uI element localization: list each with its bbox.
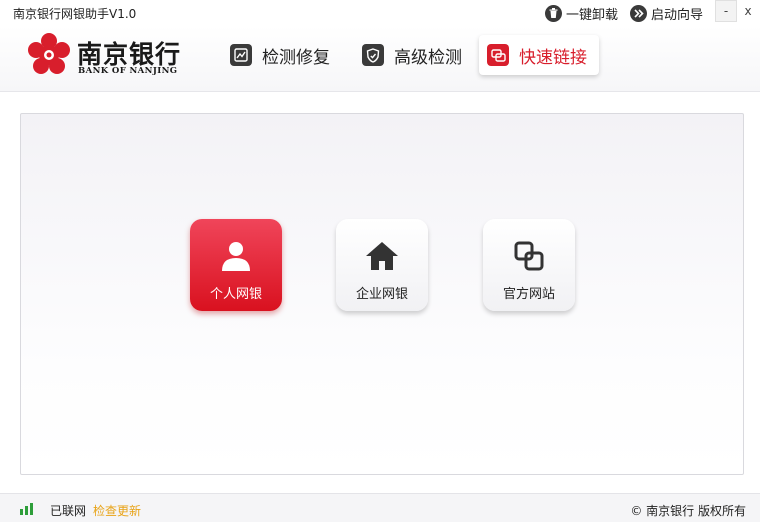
person-icon bbox=[220, 239, 252, 273]
check-update-link[interactable]: 检查更新 bbox=[93, 502, 141, 519]
bank-logo: 南京银行 BANK OF NANJING bbox=[27, 33, 187, 79]
tab-quick-links[interactable]: 快速链接 bbox=[479, 35, 599, 75]
image-check-icon bbox=[230, 44, 252, 66]
enterprise-banking-tile[interactable]: 企业网银 bbox=[336, 219, 428, 311]
trash-icon bbox=[545, 4, 562, 22]
bank-english-name: BANK OF NANJING bbox=[78, 66, 178, 76]
tab-advanced-label: 高级检测 bbox=[394, 47, 462, 68]
official-website-tile[interactable]: 官方网站 bbox=[483, 219, 575, 311]
squares-link-icon bbox=[514, 239, 544, 273]
personal-banking-label: 个人网银 bbox=[209, 287, 262, 302]
guide-button[interactable]: 启动向导 bbox=[630, 3, 703, 23]
status-bar: 已联网 检查更新 © 南京银行 版权所有 bbox=[0, 493, 760, 522]
guide-label: 启动向导 bbox=[651, 7, 704, 23]
close-button[interactable]: x bbox=[737, 0, 759, 22]
shield-icon bbox=[362, 44, 384, 66]
network-status: 已联网 bbox=[50, 504, 87, 518]
home-icon bbox=[365, 239, 399, 273]
personal-banking-tile[interactable]: 个人网银 bbox=[190, 219, 282, 311]
enterprise-banking-label: 企业网银 bbox=[355, 287, 408, 302]
tab-repair[interactable]: 检测修复 bbox=[222, 35, 342, 75]
uninstall-button[interactable]: 一键卸载 bbox=[545, 3, 618, 23]
double-chevron-right-icon bbox=[630, 4, 647, 22]
official-website-label: 官方网站 bbox=[502, 287, 555, 302]
link-icon bbox=[487, 44, 509, 66]
tab-quick-links-label: 快速链接 bbox=[519, 47, 587, 68]
copyright-text: © 南京银行 版权所有 bbox=[630, 504, 746, 518]
window-title: 南京银行网银助手V1.0 bbox=[13, 7, 137, 21]
minimize-button[interactable]: - bbox=[715, 0, 737, 22]
title-bar: 南京银行网银助手V1.0 一键卸载 启动向导 - x bbox=[0, 0, 760, 26]
tab-repair-label: 检测修复 bbox=[262, 47, 330, 68]
bank-emblem-icon bbox=[28, 33, 70, 74]
header: 南京银行 BANK OF NANJING 检测修复 高级检测 快速链接 bbox=[0, 26, 760, 92]
uninstall-label: 一键卸载 bbox=[566, 7, 619, 23]
tab-advanced[interactable]: 高级检测 bbox=[354, 35, 474, 75]
signal-icon bbox=[20, 503, 33, 515]
quick-links-panel: 个人网银 企业网银 官方网站 bbox=[20, 113, 744, 475]
